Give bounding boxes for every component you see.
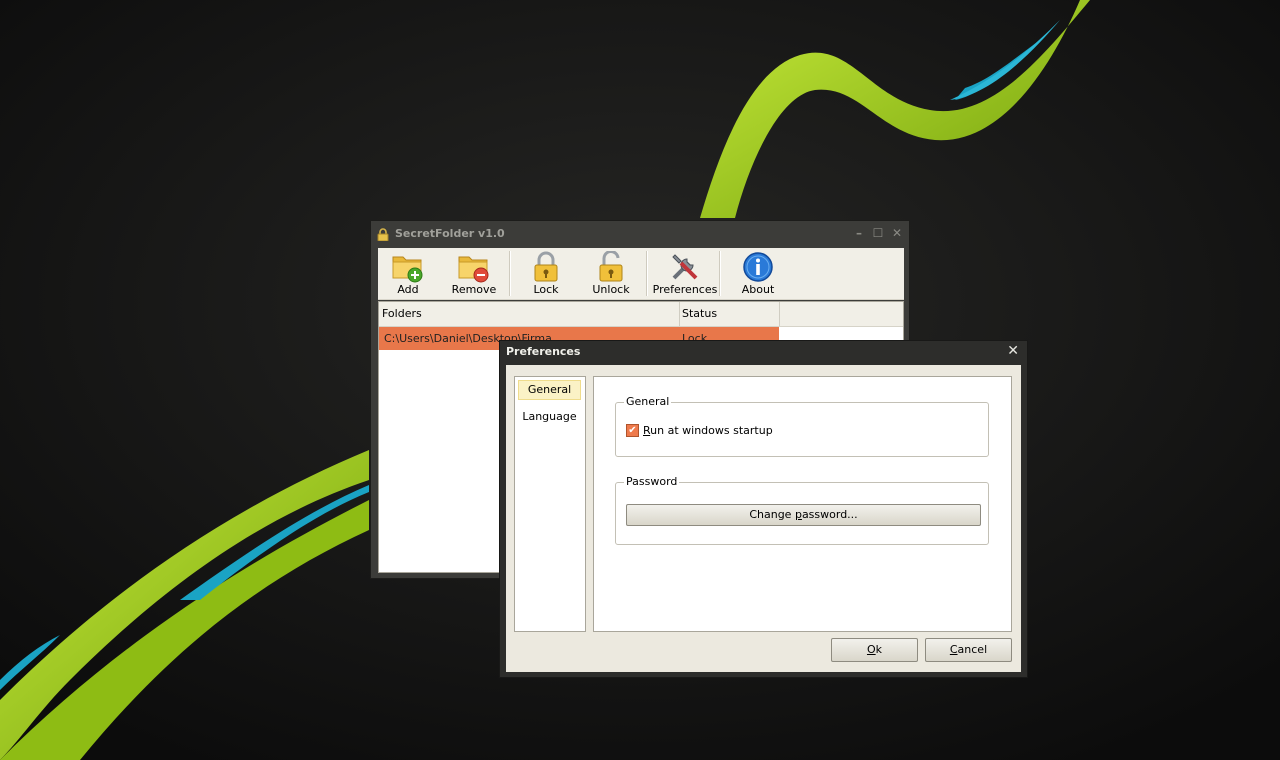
run-at-startup-checkbox[interactable]: ✔ xyxy=(626,424,639,437)
folder-add-icon xyxy=(392,256,423,283)
padlock-closed-icon xyxy=(534,251,558,282)
preferences-nav: General Language xyxy=(514,376,586,632)
dialog-body: General Language General ✔ Run at window… xyxy=(506,365,1021,672)
accelerator-key: O xyxy=(866,643,876,656)
password-group: Password Change password... xyxy=(615,475,989,545)
close-button[interactable]: ✕ xyxy=(891,226,903,240)
tools-icon xyxy=(672,254,698,280)
label-text: Change xyxy=(749,508,795,521)
dialog-close-button[interactable]: ✕ xyxy=(1007,343,1019,359)
list-header: Folders Status xyxy=(379,302,903,327)
column-divider xyxy=(779,302,780,326)
column-header-status[interactable]: Status xyxy=(682,307,717,320)
label-text: assword... xyxy=(801,508,858,521)
info-icon xyxy=(743,252,773,282)
remove-button[interactable]: Remove xyxy=(444,249,504,297)
toolbar: Add Remove Lock Unlock Preferences About xyxy=(378,248,904,300)
general-group: General ✔ Run at windows startup xyxy=(615,395,989,457)
group-title-password: Password xyxy=(624,475,680,488)
label-text: un at windows startup xyxy=(650,424,773,437)
accelerator-key: p xyxy=(794,508,802,521)
folder-remove-icon xyxy=(458,256,489,283)
preferences-dialog: Preferences ✕ General Language General ✔… xyxy=(499,340,1028,678)
preferences-panel: General ✔ Run at windows startup Passwor… xyxy=(593,376,1012,632)
minimize-button[interactable]: – xyxy=(853,226,865,240)
lock-icon xyxy=(377,228,389,241)
run-at-startup-label[interactable]: Run at windows startup xyxy=(643,424,773,437)
column-divider xyxy=(679,302,680,326)
change-password-button[interactable]: Change password... xyxy=(626,504,981,526)
toolbar-separator xyxy=(509,251,511,296)
main-window-titlebar[interactable]: SecretFolder v1.0 – ☐ ✕ xyxy=(371,221,909,247)
accelerator-key: C xyxy=(949,643,958,656)
label-text: ancel xyxy=(957,643,988,656)
group-title-general: General xyxy=(624,395,672,408)
label-text: k xyxy=(875,643,883,656)
add-button[interactable]: Add xyxy=(383,249,433,297)
maximize-button[interactable]: ☐ xyxy=(872,226,884,240)
dialog-title: Preferences xyxy=(506,345,581,358)
padlock-open-icon xyxy=(599,251,623,282)
nav-item-general[interactable]: General xyxy=(518,380,581,400)
unlock-button[interactable]: Unlock xyxy=(586,249,636,297)
ok-button[interactable]: Ok xyxy=(831,638,918,662)
main-window-title: SecretFolder v1.0 xyxy=(395,227,505,240)
toolbar-separator xyxy=(719,251,721,296)
lock-button[interactable]: Lock xyxy=(521,249,571,297)
cancel-button[interactable]: Cancel xyxy=(925,638,1012,662)
column-header-folders[interactable]: Folders xyxy=(382,307,422,320)
toolbar-separator xyxy=(646,251,648,296)
about-button[interactable]: About xyxy=(733,249,783,297)
preferences-button[interactable]: Preferences xyxy=(652,249,718,297)
nav-item-language[interactable]: Language xyxy=(518,407,581,427)
